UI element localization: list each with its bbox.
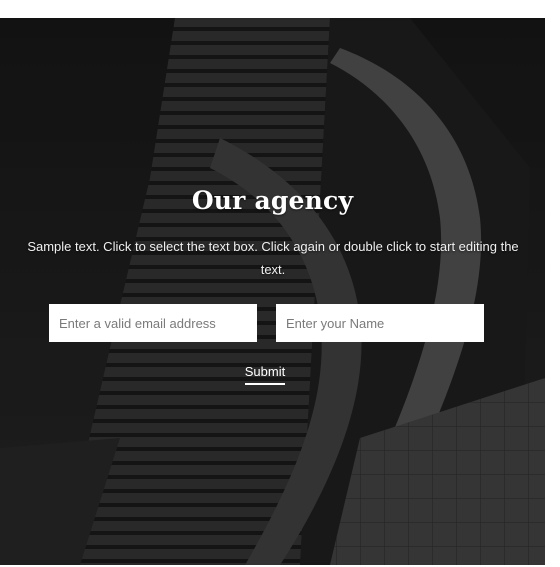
hero-section: Our agency Sample text. Click to select … <box>0 18 545 565</box>
email-field[interactable] <box>49 304 257 342</box>
submit-button-label: Submit <box>244 364 286 385</box>
name-field[interactable] <box>276 304 484 342</box>
page-title[interactable]: Our agency <box>0 186 545 215</box>
hero-content: Our agency Sample text. Click to select … <box>0 18 545 565</box>
submit-button[interactable]: Submit <box>233 360 297 388</box>
hero-description[interactable]: Sample text. Click to select the text bo… <box>18 235 528 281</box>
